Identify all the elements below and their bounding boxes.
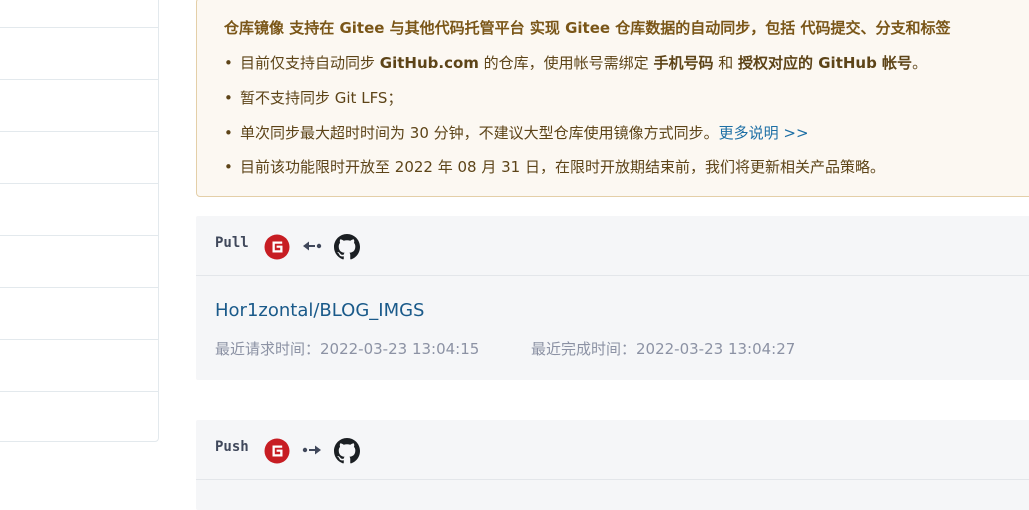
notice-item: • 暂不支持同步 Git LFS； xyxy=(224,89,403,107)
push-label: Push xyxy=(215,439,249,455)
sidebar-item[interactable] xyxy=(0,27,158,28)
sidebar-item[interactable] xyxy=(0,79,158,80)
notice-item: • 单次同步最大超时时间为 30 分钟，不建议大型仓库使用镜像方式同步。更多说明 … xyxy=(224,124,809,142)
last-complete-time: 最近完成时间：2022-03-23 13:04:27 xyxy=(531,340,796,358)
sidebar-item[interactable] xyxy=(0,235,158,236)
gitee-icon xyxy=(264,234,290,264)
github-icon xyxy=(334,438,360,468)
github-icon xyxy=(334,234,360,264)
arrow-right-icon xyxy=(301,442,323,461)
arrow-left-icon xyxy=(301,238,323,257)
last-request-time: 最近请求时间：2022-03-23 13:04:15 xyxy=(215,340,480,358)
notice-item: • 目前仅支持自动同步 GitHub.com 的仓库，使用帐号需绑定 手机号码 和… xyxy=(224,54,928,72)
notice-headline: 仓库镜像 支持在 Gitee 与其他代码托管平台 实现 Gitee 仓库数据的自… xyxy=(224,19,951,37)
push-panel-header: Push xyxy=(196,420,1029,480)
sidebar-item[interactable] xyxy=(0,287,158,288)
push-mirror-panel: Push xyxy=(196,420,1029,510)
sidebar-menu xyxy=(0,0,159,442)
sidebar-item[interactable] xyxy=(0,131,158,132)
gitee-icon xyxy=(264,438,290,468)
pull-label: Pull xyxy=(215,235,249,251)
more-info-link[interactable]: 更多说明 >> xyxy=(719,124,809,142)
notice-item: • 目前该功能限时开放至 2022 年 08 月 31 日，在限时开放期结束前，我… xyxy=(224,158,885,176)
sidebar-item[interactable] xyxy=(0,391,158,392)
sidebar-item[interactable] xyxy=(0,183,158,184)
pull-repo-link[interactable]: Hor1zontal/BLOG_IMGS xyxy=(215,300,425,321)
mirror-notice: 仓库镜像 支持在 Gitee 与其他代码托管平台 实现 Gitee 仓库数据的自… xyxy=(196,0,1029,197)
sidebar-item[interactable] xyxy=(0,339,158,340)
pull-mirror-panel: Pull Hor1zontal/BLOG_IMGS 最近请求时间：2022-03… xyxy=(196,216,1029,380)
pull-panel-header: Pull xyxy=(196,216,1029,276)
